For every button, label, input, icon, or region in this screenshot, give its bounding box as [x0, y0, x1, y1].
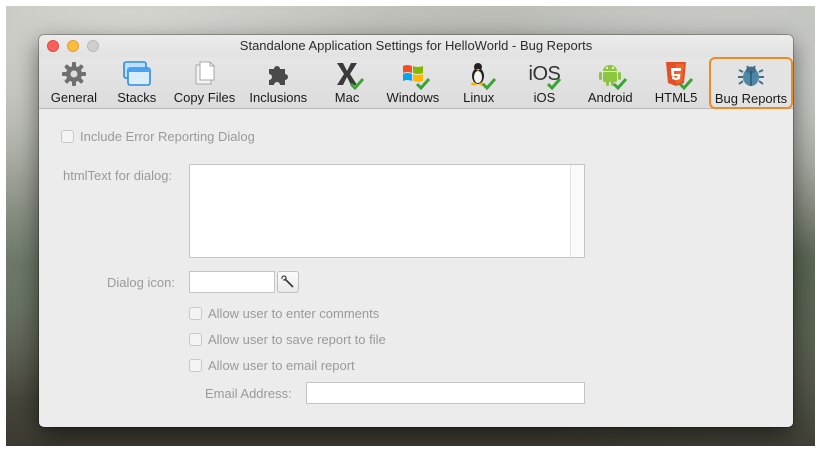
- tab-html5-label: HTML5: [654, 90, 698, 105]
- android-icon: [595, 60, 628, 90]
- tab-stacks-label: Stacks: [117, 90, 157, 105]
- tab-ios-label: iOS: [533, 90, 556, 105]
- window-controls: [47, 40, 99, 52]
- allow-email-label: Allow user to email report: [208, 358, 355, 373]
- tab-stacks[interactable]: Stacks: [107, 58, 167, 108]
- checkmark-icon: [350, 78, 365, 90]
- window-title: Standalone Application Settings for Hell…: [239, 38, 593, 53]
- settings-window: Standalone Application Settings for Hell…: [39, 35, 793, 427]
- allow-email-checkbox[interactable]: [189, 359, 202, 372]
- tab-general-label: General: [50, 90, 98, 105]
- linux-icon: [464, 60, 496, 90]
- tab-general[interactable]: General: [41, 58, 107, 108]
- title-bar[interactable]: Standalone Application Settings for Hell…: [39, 35, 793, 57]
- textarea-scrollbar[interactable]: [570, 165, 584, 257]
- tab-linux[interactable]: Linux: [446, 58, 512, 108]
- tab-mac-label: Mac: [334, 90, 360, 105]
- checkmark-icon: [547, 78, 562, 90]
- tab-windows[interactable]: Windows: [380, 58, 446, 108]
- close-button[interactable]: [47, 40, 59, 52]
- checkmark-icon: [613, 78, 628, 90]
- include-error-checkbox[interactable]: [61, 130, 74, 143]
- tab-copy-files-label: Copy Files: [173, 90, 236, 105]
- allow-email-row[interactable]: Allow user to email report: [189, 358, 355, 373]
- windows-icon: [398, 60, 430, 90]
- puzzle-icon: [263, 60, 293, 88]
- desktop-background: Standalone Application Settings for Hell…: [6, 6, 815, 446]
- include-error-label: Include Error Reporting Dialog: [80, 129, 255, 144]
- html-text-label: htmlText for dialog:: [63, 168, 173, 183]
- allow-save-checkbox[interactable]: [189, 333, 202, 346]
- allow-comments-label: Allow user to enter comments: [208, 306, 380, 321]
- toolbar: General Stacks Copy Files Inclusions Mac…: [39, 57, 793, 109]
- tab-mac[interactable]: Mac: [314, 58, 380, 108]
- ios-icon: iOS: [529, 60, 562, 90]
- allow-comments-checkbox[interactable]: [189, 307, 202, 320]
- allow-comments-row[interactable]: Allow user to enter comments: [189, 306, 379, 321]
- allow-save-row[interactable]: Allow user to save report to file: [189, 332, 386, 347]
- tab-windows-label: Windows: [386, 90, 440, 105]
- include-error-row[interactable]: Include Error Reporting Dialog: [61, 129, 255, 144]
- tab-android[interactable]: Android: [577, 58, 643, 108]
- html-text-textarea[interactable]: [189, 164, 585, 258]
- choose-icon-button[interactable]: [277, 271, 299, 293]
- minimize-button[interactable]: [67, 40, 79, 52]
- html5-icon: [661, 60, 694, 90]
- dialog-icon-field[interactable]: [189, 271, 275, 293]
- checkmark-icon: [481, 78, 496, 90]
- tab-copy-files[interactable]: Copy Files: [167, 58, 243, 108]
- gear-icon: [59, 60, 89, 88]
- tab-ios[interactable]: iOS iOS: [512, 58, 578, 108]
- email-address-field[interactable]: [306, 382, 585, 404]
- stacks-icon: [122, 60, 152, 88]
- magic-wand-icon: [281, 275, 294, 288]
- allow-save-label: Allow user to save report to file: [208, 332, 386, 347]
- tab-linux-label: Linux: [463, 90, 495, 105]
- tab-bug-reports-label: Bug Reports: [714, 91, 788, 106]
- zoom-button[interactable]: [87, 40, 99, 52]
- tab-android-label: Android: [587, 90, 633, 105]
- dialog-icon-label: Dialog icon:: [107, 275, 175, 290]
- checkmark-icon: [415, 78, 430, 90]
- bug-icon: [736, 61, 766, 89]
- email-address-label: Email Address:: [205, 386, 292, 401]
- tab-inclusions-label: Inclusions: [249, 90, 308, 105]
- mac-icon: [332, 60, 365, 90]
- bug-reports-pane: Include Error Reporting Dialog htmlText …: [39, 109, 793, 426]
- tab-bug-reports[interactable]: Bug Reports: [708, 57, 793, 109]
- tab-html5[interactable]: HTML5: [643, 58, 709, 108]
- copy-files-icon: [190, 60, 220, 88]
- tab-inclusions[interactable]: Inclusions: [242, 58, 314, 108]
- checkmark-icon: [679, 78, 694, 90]
